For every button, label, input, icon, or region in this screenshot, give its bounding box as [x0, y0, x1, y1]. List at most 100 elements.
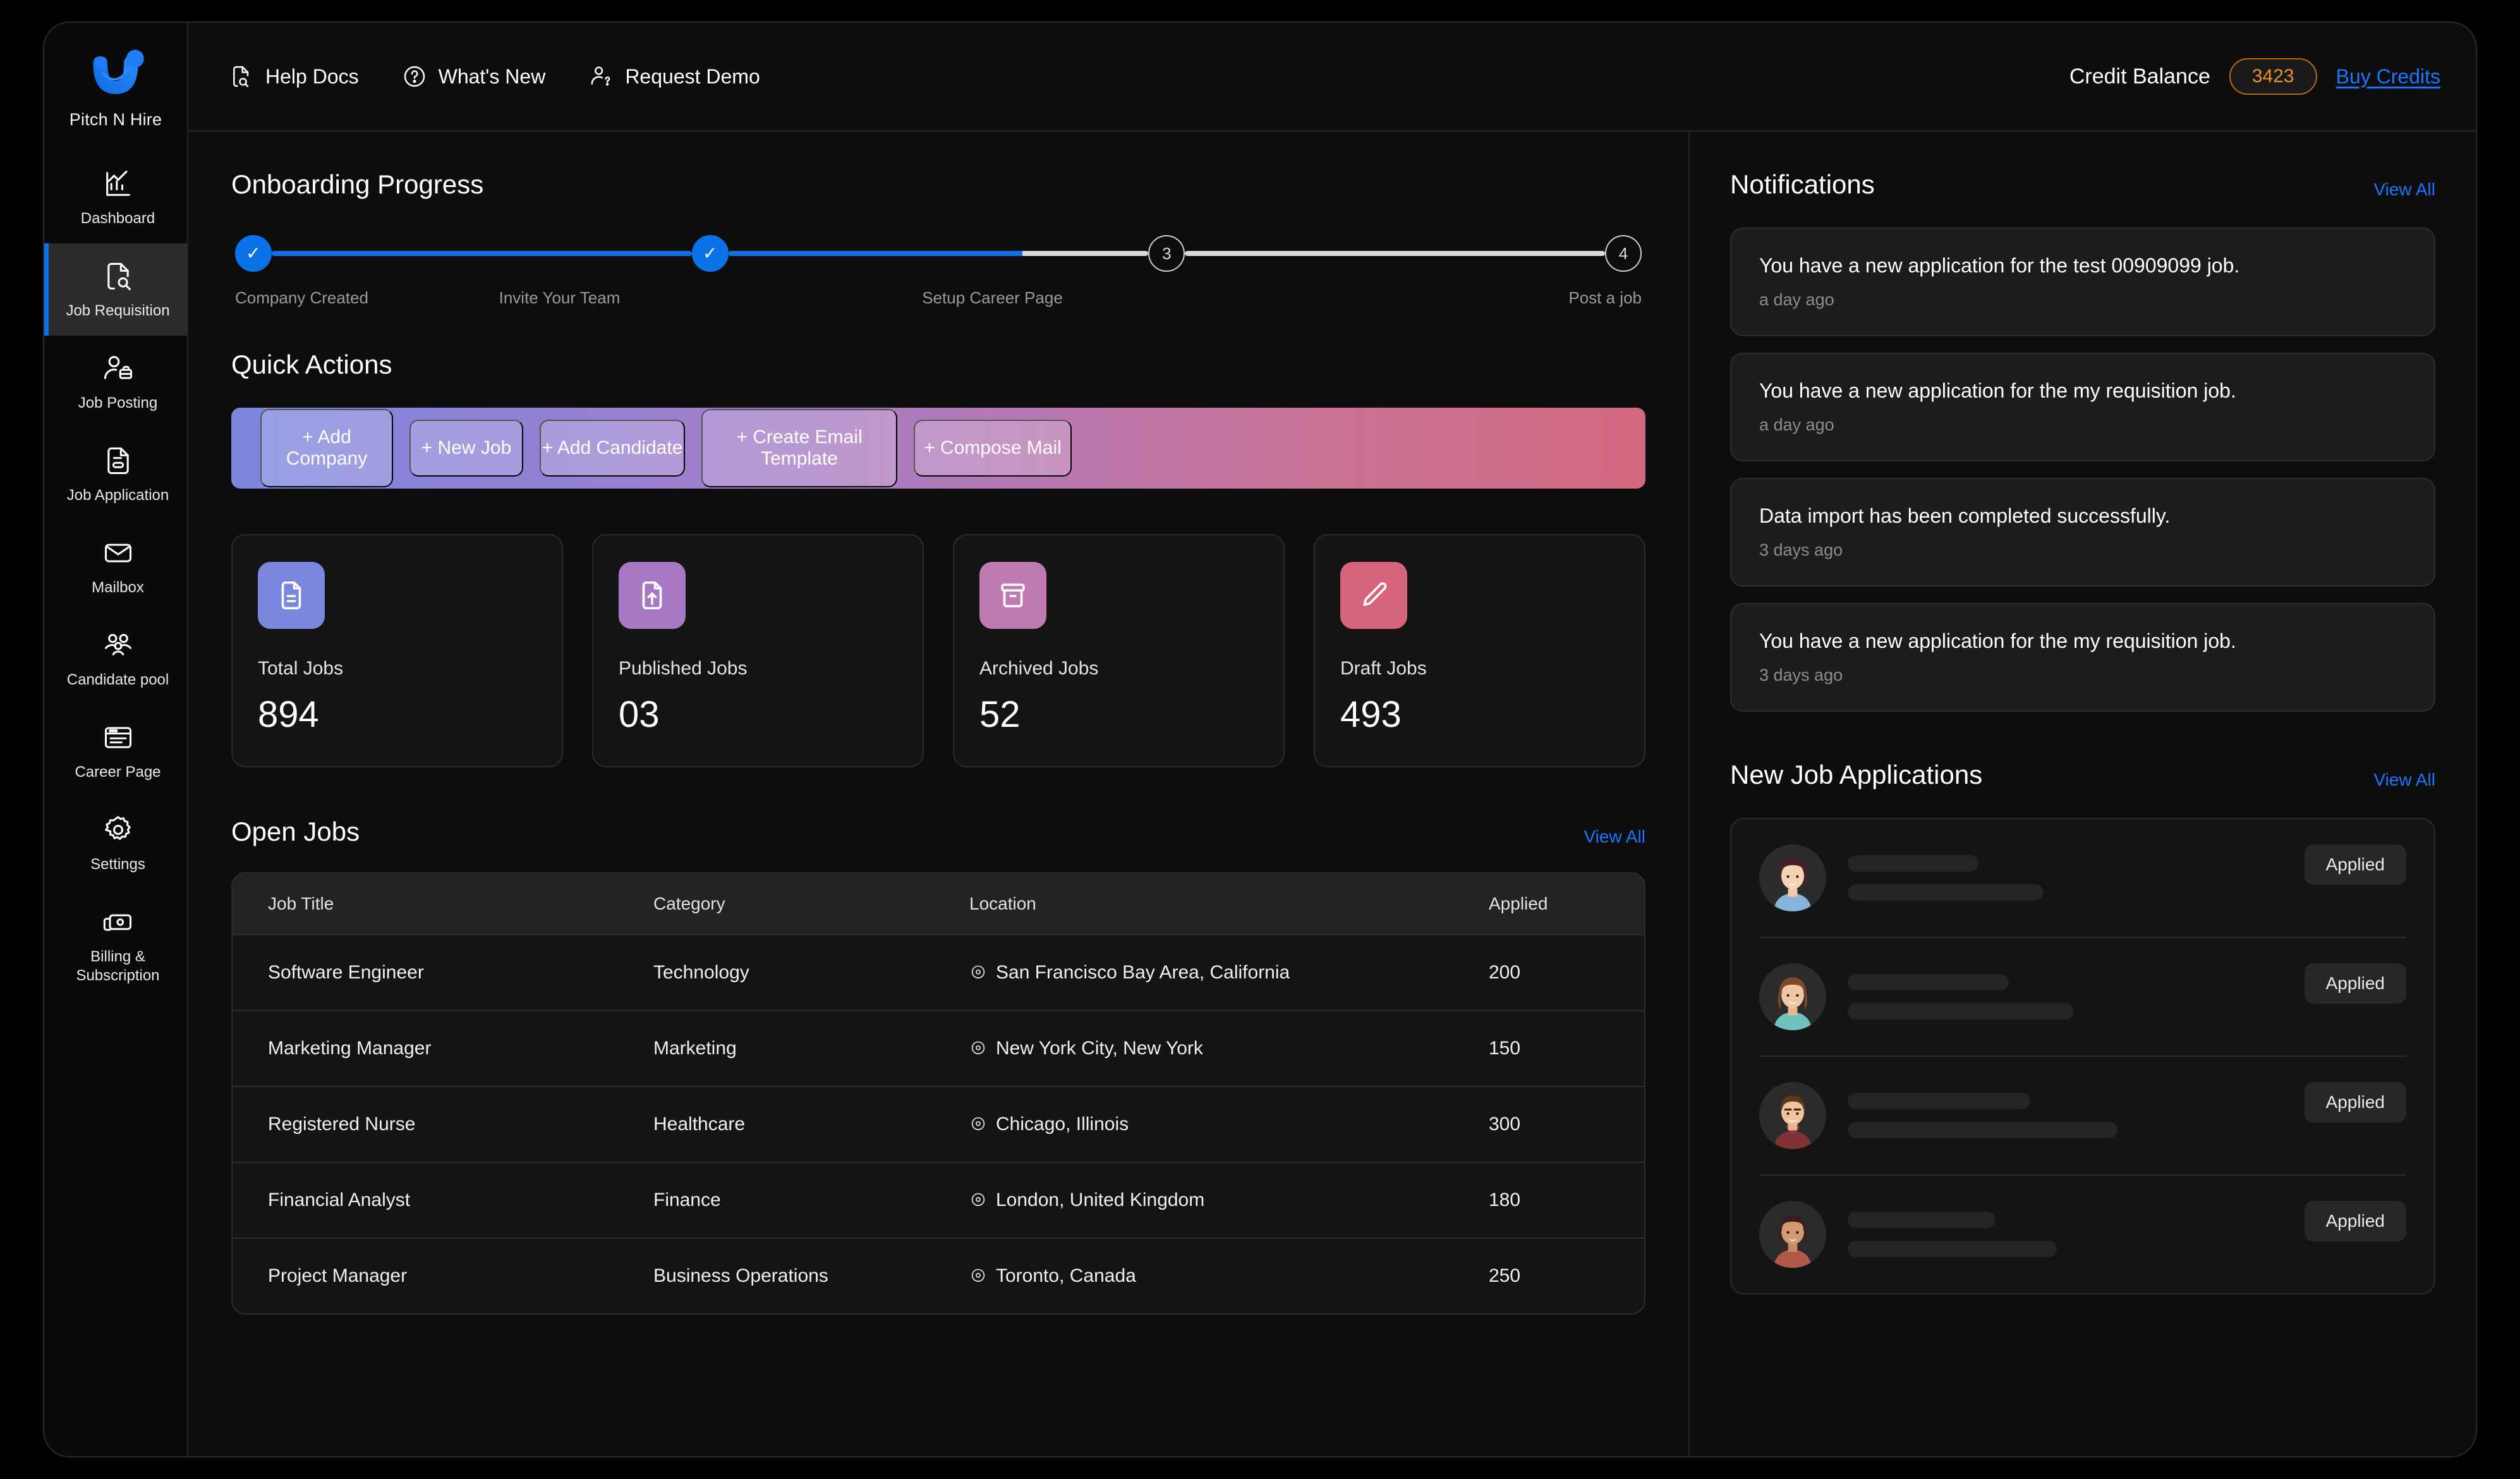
sidebar-item-candidate-pool[interactable]: Candidate pool	[44, 612, 187, 705]
sidebar-item-billing-subscription[interactable]: Billing & Subscription	[44, 889, 187, 1001]
document-list-icon	[102, 444, 135, 477]
gear-icon	[102, 813, 135, 846]
cell-applied: 250	[1489, 1265, 1521, 1286]
table-header-row: Job Title Category Location Applied	[233, 873, 1644, 934]
open-jobs-view-all-link[interactable]: View All	[1584, 827, 1645, 847]
application-item[interactable]: Applied	[1759, 1056, 2406, 1174]
open-jobs-header: Open Jobs View All	[231, 817, 1645, 847]
cell-job-title: Marketing Manager	[268, 1038, 432, 1059]
open-jobs-section: Open Jobs View All Job Title Category Lo…	[231, 817, 1645, 1315]
create-email-template-button[interactable]: + Create Email Template	[701, 409, 897, 487]
request-demo-label: Request Demo	[625, 64, 760, 88]
cell-location: Toronto, Canada	[969, 1265, 1489, 1287]
location-pin-icon	[971, 965, 985, 979]
step-node-4[interactable]: 4	[1605, 235, 1642, 272]
onboarding-stepper: 3 4 Company Created Invite Your Team Set…	[231, 235, 1645, 308]
sidebar-item-label: Dashboard	[80, 210, 155, 227]
notification-text: You have a new application for the test …	[1759, 254, 2240, 277]
whats-new-link[interactable]: What's New	[402, 64, 546, 89]
notifications-header: Notifications View All	[1730, 169, 2435, 200]
request-demo-link[interactable]: Request Demo	[588, 64, 760, 89]
sidebar-item-dashboard[interactable]: Dashboard	[44, 151, 187, 243]
status-badge: Applied	[2304, 1201, 2406, 1241]
sidebar-item-mailbox[interactable]: Mailbox	[44, 520, 187, 612]
notification-item[interactable]: You have a new application for the test …	[1730, 228, 2435, 336]
column-header-location: Location	[969, 894, 1036, 913]
table-row[interactable]: Financial Analyst Finance London, United…	[233, 1162, 1644, 1238]
notifications-list: You have a new application for the test …	[1730, 228, 2435, 712]
buy-credits-link[interactable]: Buy Credits	[2336, 65, 2440, 88]
quick-actions-bar: + Add Company + New Job + Add Candidate …	[231, 408, 1645, 489]
stat-card-total-jobs[interactable]: Total Jobs 894	[231, 534, 563, 767]
application-item[interactable]: Applied	[1759, 937, 2406, 1056]
stat-cards: Total Jobs 894 Published Jobs 03 Archive…	[231, 534, 1645, 767]
new-applications-view-all-link[interactable]: View All	[2373, 770, 2435, 790]
credit-balance-area: Credit Balance 3423 Buy Credits	[2069, 58, 2440, 95]
sidebar-item-career-page[interactable]: Career Page	[44, 705, 187, 797]
new-applications-list: Applied Applied Applied Applied	[1730, 818, 2435, 1294]
avatar	[1759, 963, 1826, 1030]
sidebar-item-label: Job Posting	[78, 394, 158, 411]
stat-card-draft-jobs[interactable]: Draft Jobs 493	[1314, 534, 1645, 767]
notifications-view-all-link[interactable]: View All	[2373, 180, 2435, 200]
cell-location: London, United Kingdom	[969, 1190, 1489, 1211]
notification-text: Data import has been completed successfu…	[1759, 504, 2171, 527]
cell-applied: 180	[1489, 1190, 1521, 1210]
stat-label: Archived Jobs	[979, 658, 1099, 679]
cell-category: Marketing	[653, 1038, 737, 1059]
sidebar-item-job-application[interactable]: Job Application	[44, 428, 187, 520]
topbar: Help Docs What's New Request Demo Credit…	[188, 23, 2476, 131]
sidebar-item-job-posting[interactable]: Job Posting	[44, 336, 187, 428]
sidebar-item-job-requisition[interactable]: Job Requisition	[44, 243, 187, 336]
sidebar-item-settings[interactable]: Settings	[44, 797, 187, 889]
table-row[interactable]: Software Engineer Technology San Francis…	[233, 934, 1644, 1010]
application-item[interactable]: Applied	[1759, 1174, 2406, 1293]
compose-mail-button[interactable]: + Compose Mail	[914, 420, 1072, 477]
person-briefcase-icon	[102, 352, 135, 385]
open-jobs-table: Job Title Category Location Applied Soft…	[231, 872, 1645, 1315]
notification-time: 3 days ago	[1759, 540, 1843, 559]
location-text: London, United Kingdom	[996, 1190, 1205, 1210]
location-pin-icon	[971, 1193, 985, 1207]
notification-item[interactable]: You have a new application for the my re…	[1730, 353, 2435, 461]
help-docs-link[interactable]: Help Docs	[229, 64, 359, 89]
step-label-2: Invite Your Team	[499, 288, 621, 307]
step-node-3[interactable]: 3	[1148, 235, 1185, 272]
sidebar-item-label: Billing & Subscription	[76, 948, 160, 984]
archive-box-icon	[979, 562, 1046, 629]
topbar-links: Help Docs What's New Request Demo	[229, 64, 760, 89]
sidebar-item-label: Settings	[90, 856, 145, 873]
table-row[interactable]: Marketing Manager Marketing New York Cit…	[233, 1010, 1644, 1086]
brand-name: Pitch N Hire	[69, 110, 162, 129]
body-split: Onboarding Progress 3 4 Company Created …	[188, 131, 2476, 1456]
table-row[interactable]: Registered Nurse Healthcare Chicago, Ill…	[233, 1086, 1644, 1162]
sidebar-item-label: Career Page	[75, 764, 161, 781]
column-header-category: Category	[653, 894, 725, 913]
notification-item[interactable]: You have a new application for the my re…	[1730, 603, 2435, 712]
stat-card-archived-jobs[interactable]: Archived Jobs 52	[953, 534, 1285, 767]
step-connector-2	[728, 251, 1149, 256]
notification-time: a day ago	[1759, 290, 1834, 309]
step-node-2[interactable]	[691, 235, 729, 272]
location-text: New York City, New York	[996, 1038, 1203, 1059]
table-row[interactable]: Project Manager Business Operations Toro…	[233, 1238, 1644, 1313]
add-company-button[interactable]: + Add Company	[260, 409, 393, 487]
avatar	[1759, 1201, 1826, 1268]
cell-location: Chicago, Illinois	[969, 1114, 1489, 1135]
cell-category: Healthcare	[653, 1114, 746, 1135]
application-item[interactable]: Applied	[1759, 819, 2406, 937]
browser-window-icon	[102, 721, 135, 754]
notification-text: You have a new application for the my re…	[1759, 379, 2236, 402]
stat-card-published-jobs[interactable]: Published Jobs 03	[592, 534, 924, 767]
step-node-1[interactable]	[235, 235, 272, 272]
add-candidate-button[interactable]: + Add Candidate	[540, 420, 685, 477]
brand: Pitch N Hire	[44, 32, 187, 151]
stat-value: 493	[1340, 694, 1402, 735]
whats-new-label: What's New	[438, 64, 546, 88]
cards-stack-icon	[102, 906, 135, 939]
quick-actions-section: Quick Actions + Add Company + New Job + …	[231, 350, 1645, 489]
new-job-button[interactable]: + New Job	[409, 420, 523, 477]
people-group-icon	[102, 629, 135, 662]
onboarding-title: Onboarding Progress	[231, 169, 484, 199]
notification-item[interactable]: Data import has been completed successfu…	[1730, 478, 2435, 587]
